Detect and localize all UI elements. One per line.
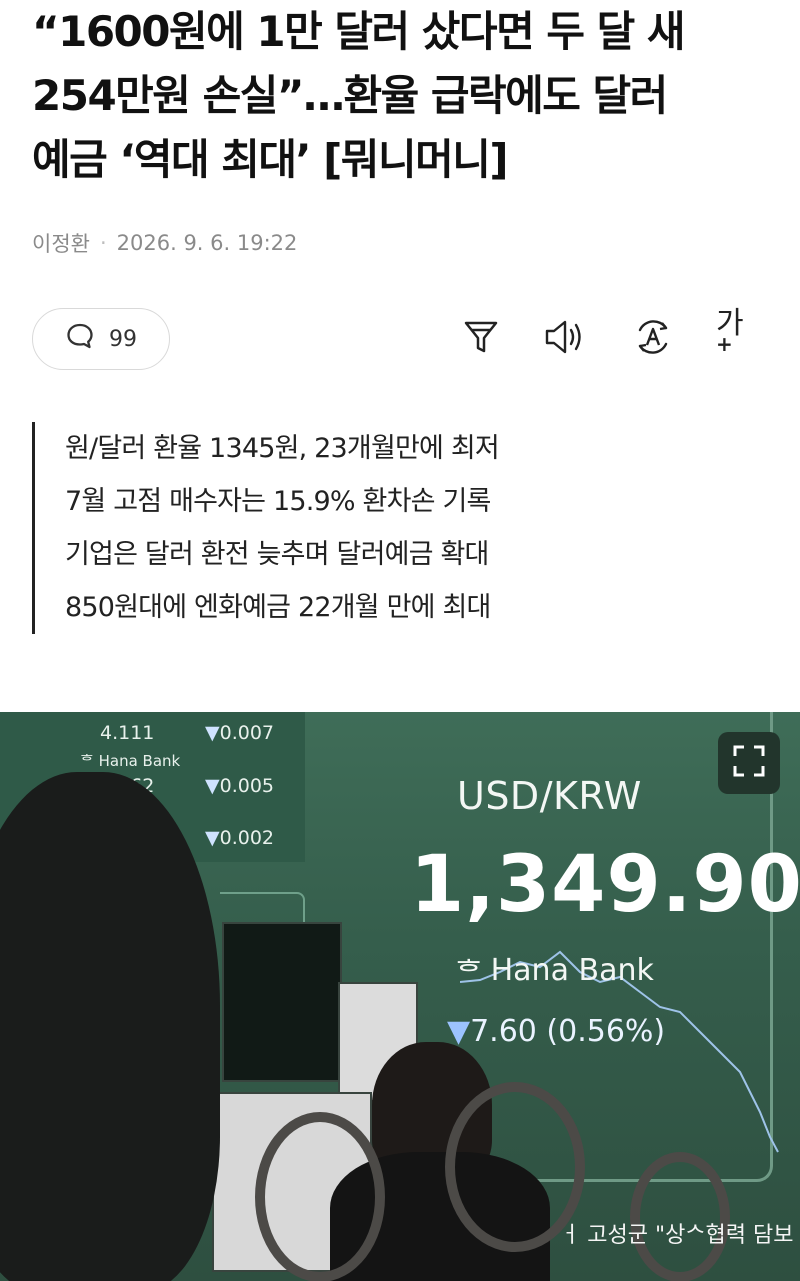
filter-icon	[462, 318, 500, 360]
board-change: ▼0.005	[205, 775, 274, 797]
summary-line: 기업은 달러 환전 늦추며 달러예금 확대	[65, 539, 489, 570]
board-change-value: 0.002	[219, 827, 275, 849]
publish-date: 2026. 9. 6. 19:22	[116, 231, 298, 255]
board-change: ▼0.002	[205, 827, 274, 849]
headline-line: “1600원에 1만 달러 샀다면 두 달 새	[32, 7, 686, 56]
summary-filter-button[interactable]	[460, 318, 502, 360]
monitor	[222, 922, 342, 1082]
display-bank: ᄒ Hana Bank	[455, 948, 654, 992]
headline-line: 예금 ‘역대 최대’ [뭐니머니]	[32, 135, 509, 184]
font-size-icon: 가+	[716, 298, 758, 380]
expand-icon	[732, 744, 766, 782]
hana-logo-icon: ᄒ	[455, 956, 483, 991]
headline: “1600원에 1만 달러 샀다면 두 달 새 254만원 손실”…환율 급락에…	[32, 0, 772, 192]
article-summary: 원/달러 환율 1345원, 23개월만에 최저 7월 고점 매수자는 15.9…	[32, 422, 772, 634]
rate-change-value: 7.60 (0.56%)	[470, 1014, 666, 1049]
expand-image-button[interactable]	[718, 732, 780, 794]
rate-change: ▼7.60 (0.56%)	[447, 1014, 665, 1049]
board-change-value: 0.007	[219, 722, 275, 744]
font-size-button[interactable]: 가+	[716, 306, 758, 360]
display-bank-name: Hana Bank	[490, 952, 654, 988]
article-photo[interactable]: 4.111 ▼0.007 ᄒ Hana Bank 4.362 ▼0.005 ▼0…	[0, 712, 800, 1281]
summary-line: 7월 고점 매수자는 15.9% 환차손 기록	[65, 486, 491, 517]
font-size-plus: +	[716, 332, 733, 356]
chair	[255, 1112, 385, 1281]
comment-icon	[65, 321, 95, 357]
down-triangle-icon: ▼	[205, 827, 220, 849]
comment-button[interactable]: 99	[32, 308, 170, 370]
down-triangle-icon: ▼	[205, 775, 220, 797]
board-change: ▼0.007	[205, 722, 274, 744]
exchange-rate: 1,349.90	[410, 840, 800, 930]
read-aloud-button[interactable]	[544, 318, 586, 360]
summary-line: 원/달러 환율 1345원, 23개월만에 최저	[65, 433, 500, 464]
hana-logo-icon: ᄒ	[80, 752, 94, 770]
headline-line: 254만원 손실”…환율 급락에도 달러	[32, 71, 668, 120]
article-meta: 이정환 · 2026. 9. 6. 19:22	[32, 228, 297, 258]
translate-button[interactable]	[632, 318, 674, 360]
article-toolbar: 99 가+	[32, 306, 772, 372]
author-name[interactable]: 이정환	[32, 228, 90, 258]
meta-separator: ·	[99, 231, 107, 255]
board-bank-name: Hana Bank	[98, 752, 181, 770]
foreground-person	[0, 772, 220, 1281]
summary-line: 850원대에 엔화예금 22개월 만에 최대	[65, 592, 491, 623]
down-triangle-icon: ▼	[205, 722, 220, 744]
board-change-value: 0.005	[219, 775, 275, 797]
currency-pair: USD/KRW	[457, 774, 642, 818]
tv-caption: ㅓ 고성군 "상ᄉ협력 담보	[560, 1223, 794, 1248]
speaker-icon	[543, 317, 587, 361]
board-value: 4.111	[100, 722, 155, 744]
board-bank: ᄒ Hana Bank	[80, 750, 180, 771]
translate-icon	[632, 316, 674, 362]
comment-count: 99	[109, 326, 137, 352]
